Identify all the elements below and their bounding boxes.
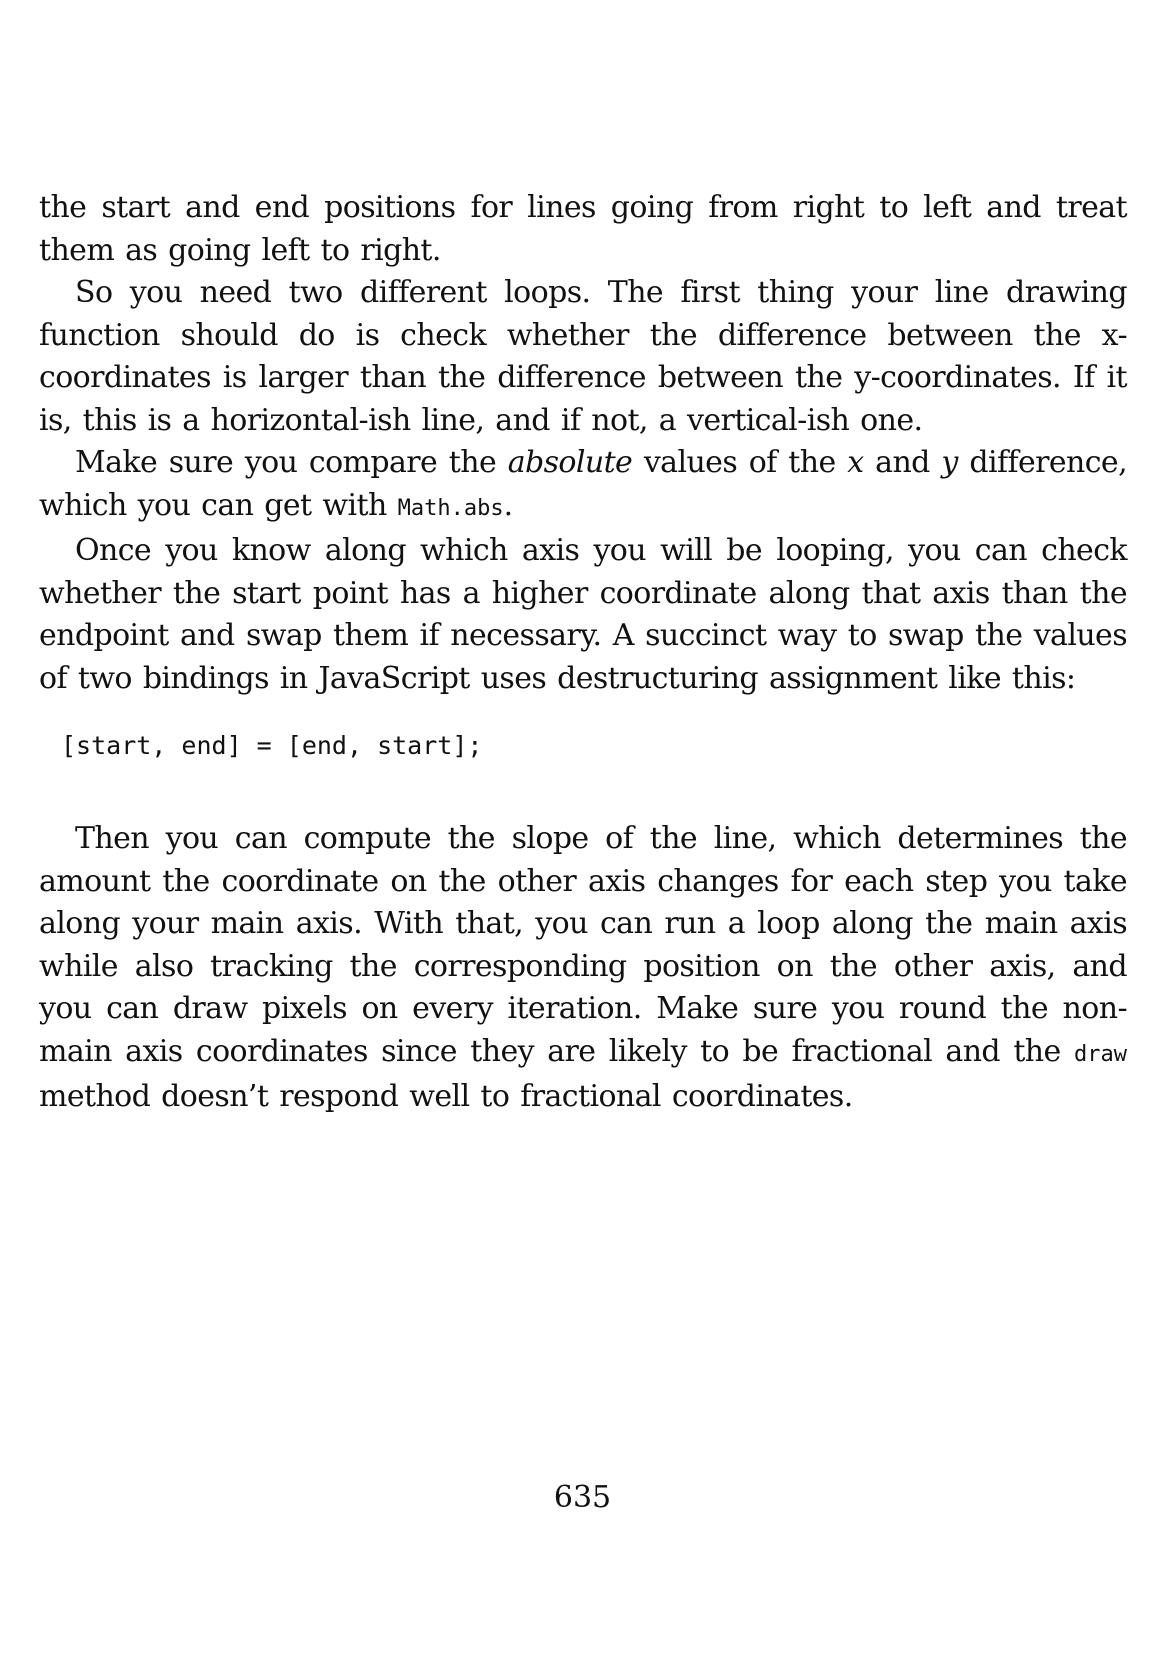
text-segment: Then you can compute the slope of the li… <box>39 821 1128 1069</box>
paragraph-continued: the start and end positions for lines go… <box>39 190 1128 268</box>
emphasis-absolute: absolute <box>507 445 633 480</box>
paragraph-two-loops: So you need two different loops. The fir… <box>39 275 1128 438</box>
paragraph-slope: Then you can compute the slope of the li… <box>39 818 1128 1119</box>
paragraph-absolute-values: Make sure you compare the absolute value… <box>39 442 1128 530</box>
text-segment: values of the <box>632 445 848 480</box>
page-body: the start and end positions for lines go… <box>39 187 1128 1119</box>
text-segment: and <box>863 445 942 480</box>
text-segment: method doesn’t respond well to fractiona… <box>39 1079 853 1114</box>
inline-code-draw: draw <box>1074 1041 1127 1067</box>
text-segment: . <box>503 487 514 523</box>
page-number: 635 <box>553 1480 612 1515</box>
text-segment: Make sure you compare the <box>75 445 508 480</box>
inline-code-math-abs: Math.abs <box>397 495 504 521</box>
code-block-swap: [start, end] = [end, start]; <box>61 731 483 760</box>
paragraph-swap: Once you know along which axis you will … <box>39 533 1128 696</box>
math-y: y <box>941 445 958 480</box>
math-x: x <box>847 445 864 480</box>
